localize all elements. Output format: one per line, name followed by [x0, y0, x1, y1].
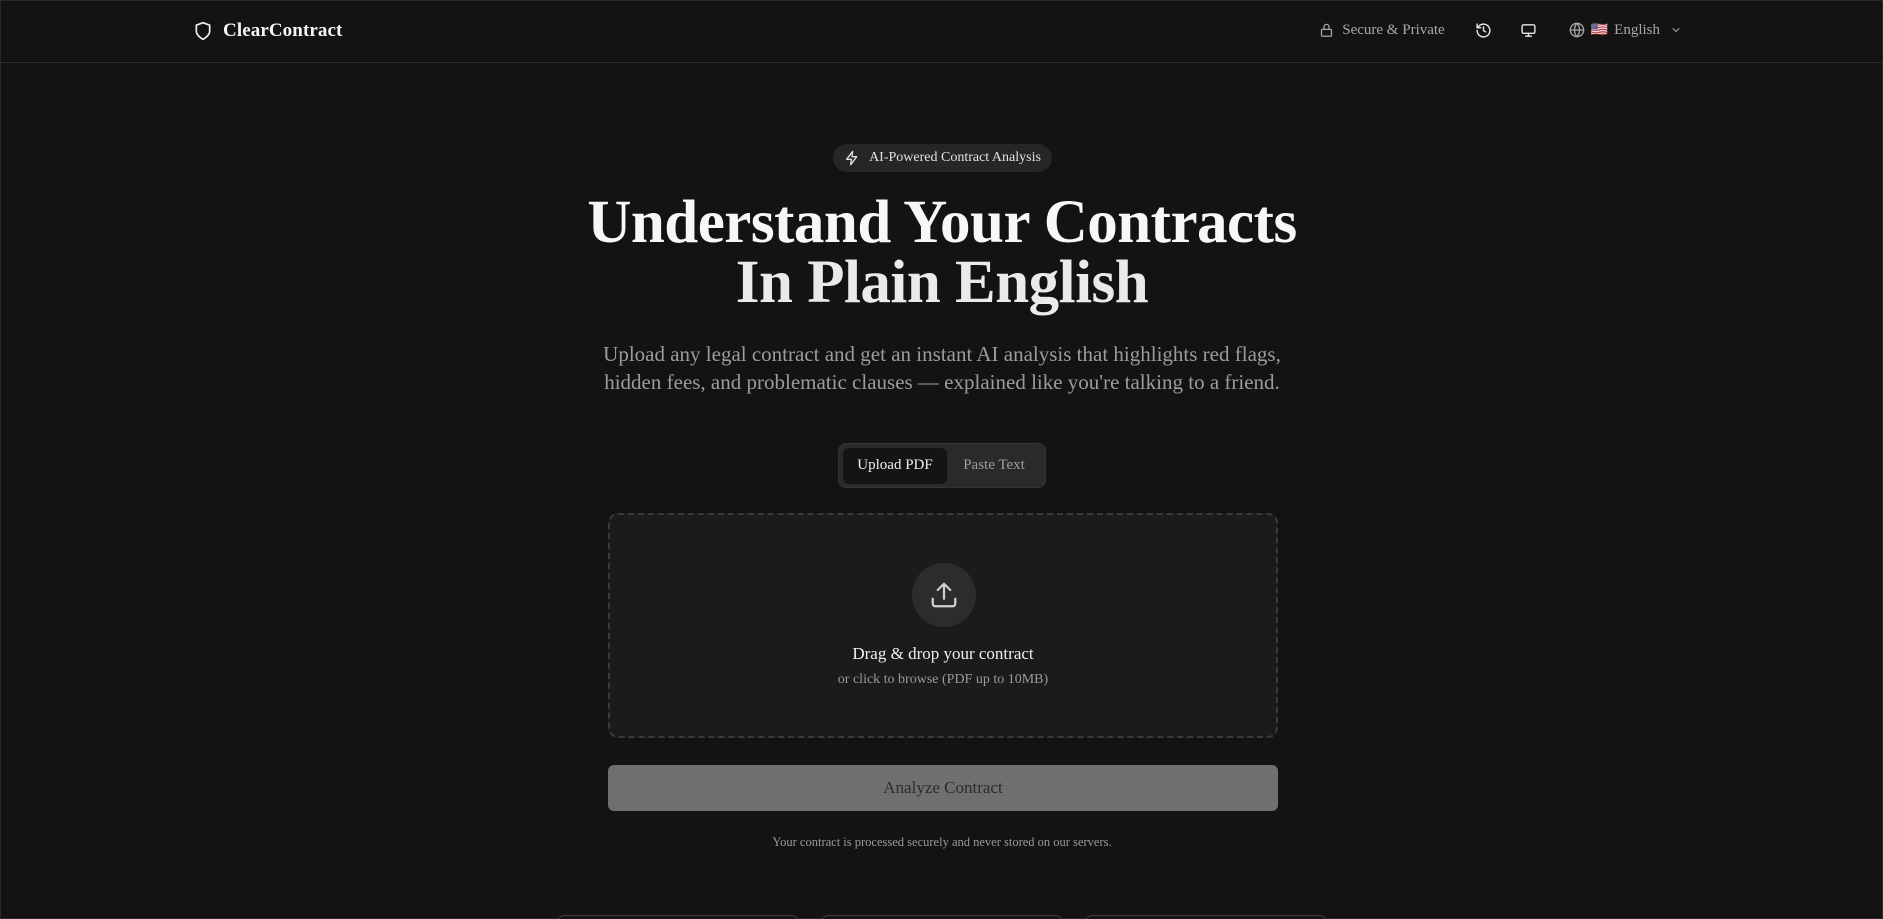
upload-icon-container: [912, 563, 976, 627]
analyze-contract-button[interactable]: Analyze Contract: [608, 765, 1278, 811]
history-icon: [1475, 22, 1492, 39]
lock-icon: [1319, 22, 1334, 38]
subtitle-line-1: Upload any legal contract and get an ins…: [603, 342, 1281, 366]
feature-card: [558, 915, 798, 919]
upload-icon: [929, 580, 959, 610]
lightning-icon: [844, 150, 860, 166]
feature-card: [822, 915, 1062, 919]
subtitle-line-2: hidden fees, and problematic clauses — e…: [604, 370, 1280, 394]
language-label: English: [1614, 21, 1660, 38]
brand-name: ClearContract: [223, 20, 343, 41]
top-navbar: ClearContract Secure & Private 🇺🇸 Englis…: [1, 1, 1882, 63]
shield-icon: [193, 20, 213, 42]
privacy-note: Your contract is processed securely and …: [772, 835, 1112, 849]
ai-powered-badge: AI-Powered Contract Analysis: [833, 144, 1052, 172]
flag-icon: 🇺🇸: [1590, 22, 1609, 38]
secure-label: Secure & Private: [1342, 21, 1445, 38]
tab-paste-text[interactable]: Paste Text: [947, 448, 1041, 484]
dropzone-title: Drag & drop your contract: [852, 644, 1034, 663]
file-dropzone[interactable]: Drag & drop your contract or click to br…: [608, 513, 1278, 738]
input-mode-tabs: Upload PDF Paste Text: [838, 443, 1046, 488]
brand-logo[interactable]: ClearContract: [193, 19, 342, 43]
tab-upload-pdf[interactable]: Upload PDF: [843, 447, 947, 484]
language-selector[interactable]: 🇺🇸 English: [1569, 22, 1682, 39]
page-subtitle: Upload any legal contract and get an ins…: [542, 340, 1342, 396]
title-line-2: In Plain English: [735, 249, 1149, 316]
title-line-1: Understand Your Contracts: [587, 189, 1297, 256]
page-title: Understand Your Contracts In Plain Engli…: [442, 189, 1442, 316]
chevron-down-icon: [1670, 24, 1682, 36]
history-button[interactable]: [1471, 17, 1497, 43]
monitor-icon: [1520, 22, 1537, 39]
header-actions: Secure & Private 🇺🇸 English: [1319, 17, 1682, 43]
globe-icon: [1569, 22, 1585, 38]
badge-label: AI-Powered Contract Analysis: [869, 150, 1041, 165]
feature-card: [1086, 915, 1326, 919]
theme-toggle-button[interactable]: [1516, 17, 1542, 43]
secure-private-indicator: Secure & Private: [1319, 21, 1445, 39]
dropzone-subtitle: or click to browse (PDF up to 10MB): [837, 672, 1049, 687]
